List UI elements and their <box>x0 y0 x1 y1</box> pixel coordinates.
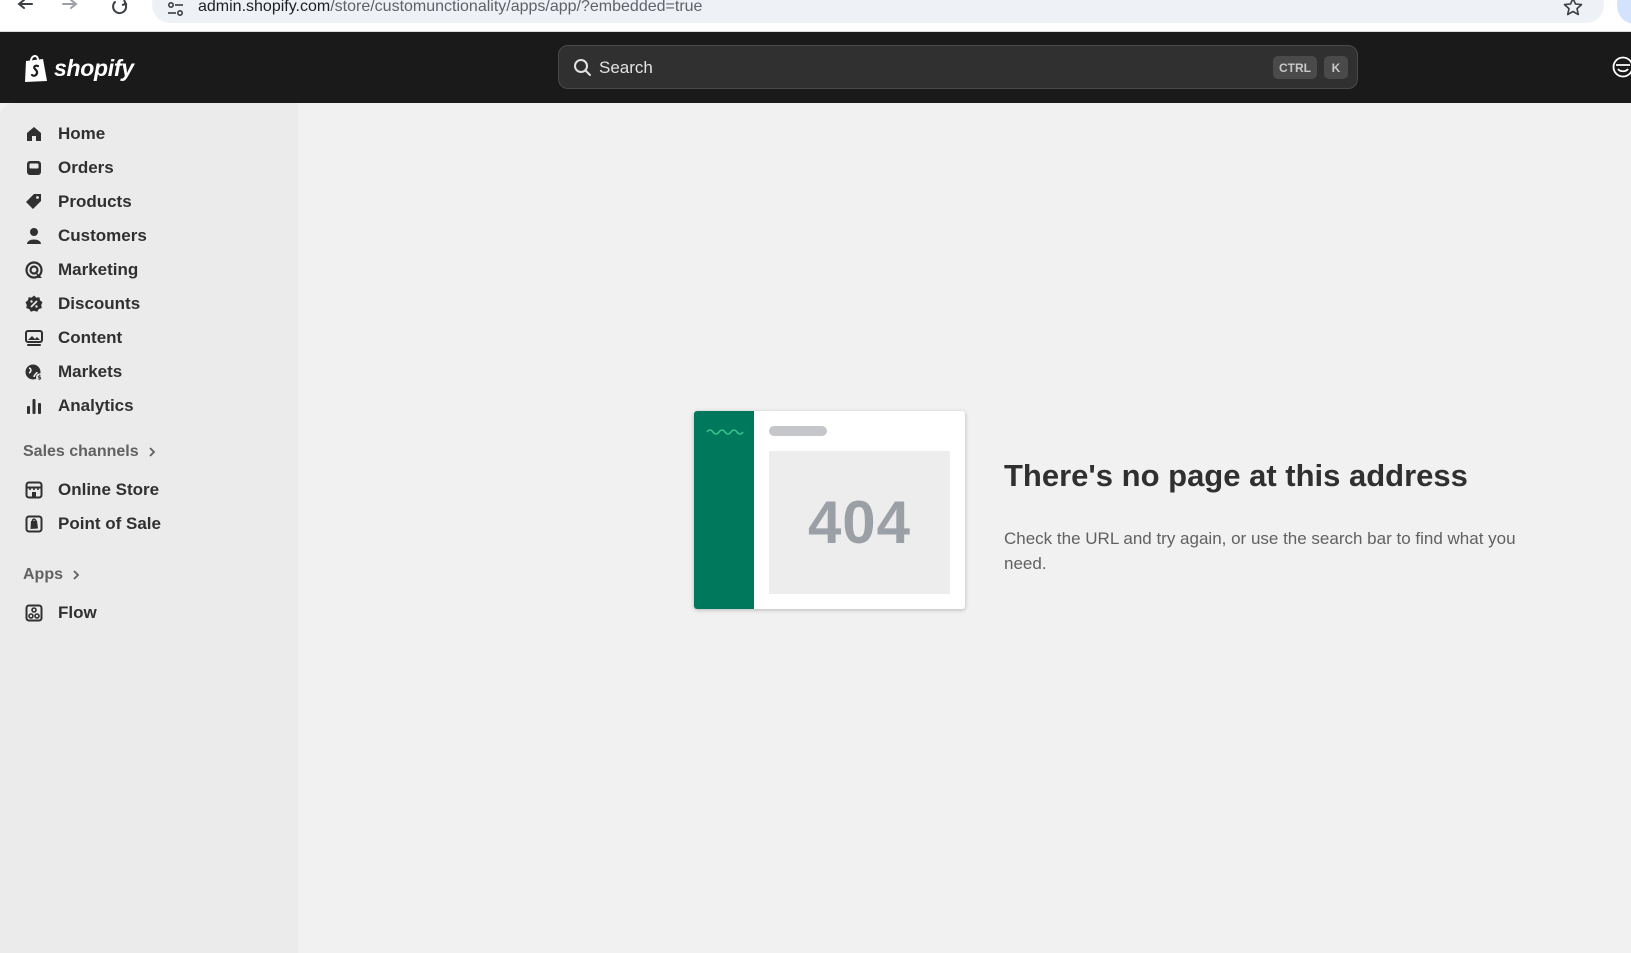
sidebar-item-point-of-sale[interactable]: Point of Sale <box>24 509 161 539</box>
sidebar-item-label: Orders <box>58 158 114 177</box>
forward-button[interactable] <box>59 0 81 18</box>
search-placeholder: Search <box>599 58 653 77</box>
flow-icon <box>24 603 44 623</box>
sidebar-item-label: Content <box>58 328 123 347</box>
sidebar-item-label: Analytics <box>58 396 134 415</box>
bookmark-star-icon[interactable] <box>1563 0 1583 17</box>
reload-icon <box>112 0 128 15</box>
svg-text:$: $ <box>37 375 41 382</box>
store-icon <box>24 480 44 500</box>
discount-icon <box>24 294 44 314</box>
logo-wordmark: shopify <box>54 54 134 81</box>
profile-button[interactable] <box>1617 0 1631 24</box>
wave-icon <box>706 429 744 435</box>
sidebar-item-markets[interactable]: $ Markets <box>24 357 122 387</box>
not-found-illustration: 404 <box>694 411 965 609</box>
tag-icon <box>24 192 44 212</box>
inbox-icon <box>24 158 44 178</box>
sidebar-item-marketing[interactable]: Marketing <box>24 255 138 285</box>
bar-chart-icon <box>24 396 44 416</box>
sidebar-item-customers[interactable]: Customers <box>24 221 147 251</box>
sidebar-item-label: Discounts <box>58 294 141 313</box>
sidebar-item-label: Customers <box>58 226 147 245</box>
reload-button[interactable] <box>109 0 131 18</box>
apps-heading[interactable]: Apps <box>23 563 81 587</box>
pos-icon <box>24 514 44 534</box>
admin-topbar: shopify Search CTRL K <box>0 32 1631 103</box>
chevron-right-icon <box>148 447 155 457</box>
sidebar-item-products[interactable]: Products <box>24 187 132 217</box>
main-content: 404 There's no page at this address Chec… <box>298 103 1631 953</box>
error-code: 404 <box>807 489 912 556</box>
search-icon <box>574 59 591 76</box>
chevron-right-icon <box>73 570 80 580</box>
home-icon <box>24 124 44 144</box>
browser-toolbar: admin.shopify.com/store/customunctionali… <box>0 0 1631 32</box>
sidebar-item-orders[interactable]: Orders <box>24 153 114 183</box>
sidebar-item-label: Products <box>58 192 132 211</box>
store-avatar-icon[interactable] <box>1612 56 1631 78</box>
shopify-bag-icon <box>25 55 47 82</box>
sidebar-item-label: Online Store <box>58 480 160 499</box>
sidebar-item-label: Flow <box>58 603 97 622</box>
error-title: There's no page at this address <box>1004 458 1468 493</box>
url-path: /store/customunctionality/apps/app/?embe… <box>330 0 703 15</box>
shopify-logo[interactable]: shopify <box>23 52 134 84</box>
sidebar-item-home[interactable]: Home <box>24 119 105 149</box>
illustration-title-bar <box>769 426 827 436</box>
target-icon <box>24 260 44 280</box>
sidebar-item-analytics[interactable]: Analytics <box>24 391 134 421</box>
site-info-icon[interactable] <box>166 1 186 21</box>
sidebar-item-discounts[interactable]: Discounts <box>24 289 140 319</box>
sidebar-item-label: Point of Sale <box>58 514 161 533</box>
illustration-content-box: 404 <box>769 451 950 594</box>
globe-icon: $ <box>24 362 44 382</box>
sidebar-nav: Home Orders Products Customers Marketing… <box>0 103 298 953</box>
address-bar[interactable]: admin.shopify.com/store/customunctionali… <box>152 0 1604 23</box>
arrow-right-icon <box>62 0 78 9</box>
sidebar-item-label: Marketing <box>58 260 139 279</box>
sidebar-item-flow[interactable]: Flow <box>24 598 97 628</box>
error-message: Check the URL and try again, or use the … <box>1004 529 1516 573</box>
sidebar-item-label: Markets <box>58 362 123 381</box>
sidebar-item-content[interactable]: Content <box>24 323 122 353</box>
shortcut-k-key: K <box>1324 56 1348 79</box>
apps-title: Apps <box>23 566 63 583</box>
sidebar-item-online-store[interactable]: Online Store <box>24 475 159 505</box>
illustration-sidebar-stripe <box>694 411 754 609</box>
arrow-left-icon <box>17 0 33 9</box>
shortcut-ctrl-key: CTRL <box>1273 56 1317 79</box>
back-button[interactable] <box>14 0 36 18</box>
sidebar-item-label: Home <box>58 124 106 143</box>
url-host: admin.shopify.com <box>198 0 331 15</box>
sales-channels-title: Sales channels <box>23 443 139 460</box>
url-text[interactable]: admin.shopify.com/store/customunctionali… <box>198 0 702 16</box>
person-icon <box>24 226 44 246</box>
search-input[interactable]: Search CTRL K <box>558 45 1358 89</box>
sales-channels-heading[interactable]: Sales channels <box>23 440 157 464</box>
image-icon <box>24 328 44 348</box>
